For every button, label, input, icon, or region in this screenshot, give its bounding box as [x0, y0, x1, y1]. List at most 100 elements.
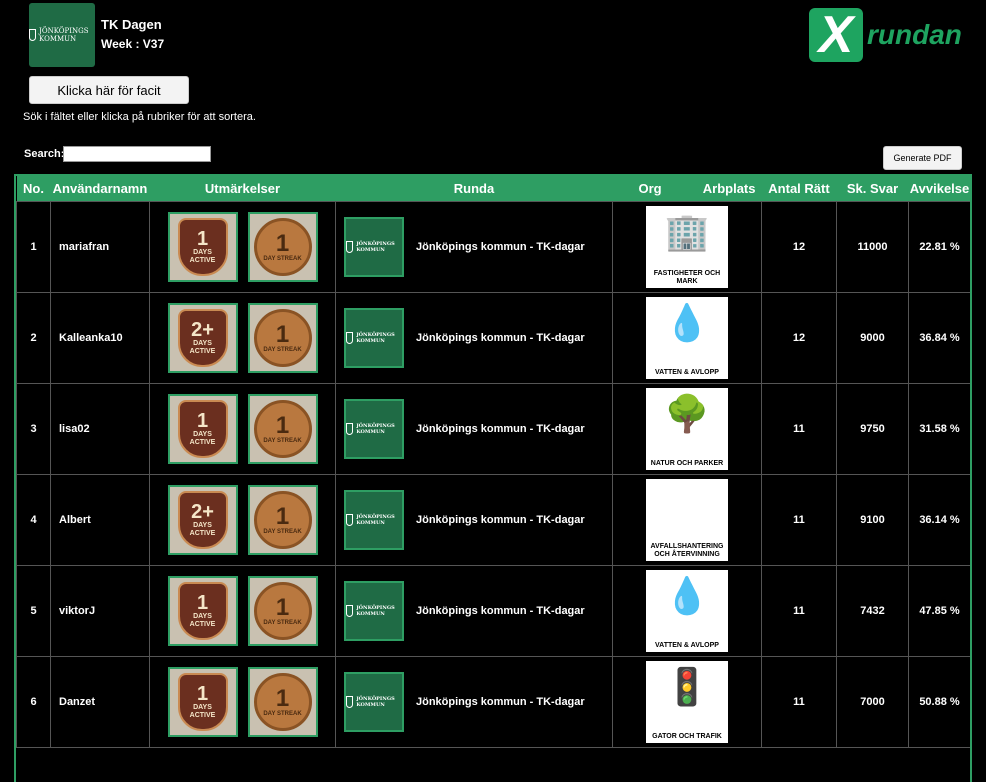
col-header-awards[interactable]: Utmärkelser: [149, 176, 336, 202]
col-header-org-arbplats[interactable]: Org Arbplats: [612, 176, 762, 202]
col-header-antal[interactable]: Antal Rätt: [761, 176, 837, 202]
row-arbplats: 🚦 GATOR OCH TRAFIK: [612, 656, 762, 748]
row-sk-svar: 7432: [836, 565, 909, 657]
days-active-badge: 1 DAYS ACTIVE: [167, 667, 238, 737]
arbplats-image: ♻ AVFALLSHANTERING OCH ÅTERVINNING: [646, 479, 728, 561]
xrundan-logo-text: rundan: [867, 19, 962, 50]
runda-name: Jönköpings kommun - TK-dagar: [416, 514, 585, 526]
runda-org-logo: JÖNKÖPINGS KOMMUN: [344, 217, 404, 277]
runda-org-logo: JÖNKÖPINGS KOMMUN: [344, 490, 404, 550]
arbplats-label: NATUR OCH PARKER: [650, 460, 724, 467]
row-number: 2: [16, 292, 51, 384]
arbplats-icon: 💧: [664, 575, 710, 616]
row-arbplats: 💧 VATTEN & AVLOPP: [612, 565, 762, 657]
row-username: mariafran: [50, 201, 150, 293]
table-row: 2 Kalleanka10 2+ DAYS ACTIVE 1 DAY STREA…: [16, 292, 970, 384]
table-header-row: No. Användarnamn Utmärkelser Runda Org A…: [16, 176, 970, 202]
row-avvikelse: 22.81 %: [908, 201, 970, 293]
row-awards: 1 DAYS ACTIVE 1 DAY STREAK: [149, 656, 336, 748]
row-avvikelse: 36.84 %: [908, 292, 970, 384]
facit-button[interactable]: Klicka här för facit: [29, 76, 189, 104]
row-runda: JÖNKÖPINGS KOMMUN Jönköpings kommun - TK…: [335, 201, 613, 293]
row-username: Albert: [50, 474, 150, 566]
shield-icon: 2+ DAYS ACTIVE: [177, 309, 228, 367]
shield-icon: 1 DAYS ACTIVE: [177, 582, 228, 640]
day-streak-badge: 1 DAY STREAK: [247, 212, 318, 282]
row-sk-svar: 11000: [836, 201, 909, 293]
row-antal-ratt: 12: [761, 201, 837, 293]
search-input[interactable]: [63, 146, 211, 162]
table-row: 5 viktorJ 1 DAYS ACTIVE 1 DAY STREAK JÖN…: [16, 565, 970, 657]
medal-icon: 1 DAY STREAK: [253, 218, 312, 276]
col-header-svar[interactable]: Sk. Svar: [836, 176, 909, 202]
arbplats-label: GATOR OCH TRAFIK: [652, 733, 722, 740]
row-antal-ratt: 12: [761, 292, 837, 384]
row-avvikelse: 47.85 %: [908, 565, 970, 657]
row-antal-ratt: 11: [761, 383, 837, 475]
col-header-arbplats[interactable]: Arbplats: [703, 181, 756, 196]
table-row: 1 mariafran 1 DAYS ACTIVE 1 DAY STREAK J…: [16, 201, 970, 293]
row-number: 5: [16, 565, 51, 657]
col-header-avvikelse[interactable]: Avvikelse: [908, 176, 970, 202]
col-header-runda[interactable]: Runda: [335, 176, 613, 202]
arbplats-icon: 🚦: [664, 666, 710, 707]
arbplats-image: 💧 VATTEN & AVLOPP: [646, 570, 728, 652]
leaderboard-table: No. Användarnamn Utmärkelser Runda Org A…: [14, 174, 972, 782]
row-arbplats: 🌳 NATUR OCH PARKER: [612, 383, 762, 475]
days-active-badge: 1 DAYS ACTIVE: [167, 394, 238, 464]
row-awards: 1 DAYS ACTIVE 1 DAY STREAK: [149, 565, 336, 657]
row-username: lisa02: [50, 383, 150, 475]
crest-icon: [346, 605, 354, 617]
medal-icon: 1 DAY STREAK: [253, 673, 312, 731]
row-runda: JÖNKÖPINGS KOMMUN Jönköpings kommun - TK…: [335, 565, 613, 657]
medal-icon: 1 DAY STREAK: [253, 309, 312, 367]
runda-name: Jönköpings kommun - TK-dagar: [416, 423, 585, 435]
shield-icon: 2+ DAYS ACTIVE: [177, 491, 228, 549]
kommun-logo-text: JÖNKÖPINGS KOMMUN: [39, 27, 89, 43]
medal-icon: 1 DAY STREAK: [253, 582, 312, 640]
col-header-no[interactable]: No.: [16, 176, 51, 202]
arbplats-label: VATTEN & AVLOPP: [655, 369, 719, 376]
row-username: Danzet: [50, 656, 150, 748]
row-sk-svar: 9100: [836, 474, 909, 566]
row-username: viktorJ: [50, 565, 150, 657]
runda-name: Jönköpings kommun - TK-dagar: [416, 241, 585, 253]
generate-pdf-button[interactable]: Generate PDF: [883, 146, 962, 170]
week-label: Week : V37: [101, 37, 165, 51]
sort-hint: Sök i fältet eller klicka på rubriker fö…: [23, 111, 256, 123]
days-active-badge: 2+ DAYS ACTIVE: [167, 485, 238, 555]
crest-icon: [346, 332, 354, 344]
row-number: 3: [16, 383, 51, 475]
row-avvikelse: 31.58 %: [908, 383, 970, 475]
arbplats-icon: 💧: [664, 302, 710, 343]
runda-org-logo: JÖNKÖPINGS KOMMUN: [344, 308, 404, 368]
row-awards: 1 DAYS ACTIVE 1 DAY STREAK: [149, 201, 336, 293]
row-awards: 1 DAYS ACTIVE 1 DAY STREAK: [149, 383, 336, 475]
runda-org-logo: JÖNKÖPINGS KOMMUN: [344, 399, 404, 459]
row-runda: JÖNKÖPINGS KOMMUN Jönköpings kommun - TK…: [335, 292, 613, 384]
table-row: 6 Danzet 1 DAYS ACTIVE 1 DAY STREAK JÖNK…: [16, 656, 970, 748]
days-active-badge: 2+ DAYS ACTIVE: [167, 303, 238, 373]
row-sk-svar: 9750: [836, 383, 909, 475]
arbplats-image: 💧 VATTEN & AVLOPP: [646, 297, 728, 379]
row-runda: JÖNKÖPINGS KOMMUN Jönköpings kommun - TK…: [335, 383, 613, 475]
crest-icon: [346, 696, 354, 708]
days-active-badge: 1 DAYS ACTIVE: [167, 576, 238, 646]
kommun-logo: JÖNKÖPINGS KOMMUN: [29, 3, 95, 67]
row-number: 4: [16, 474, 51, 566]
medal-icon: 1 DAY STREAK: [253, 400, 312, 458]
day-streak-badge: 1 DAY STREAK: [247, 485, 318, 555]
crest-icon: [29, 29, 37, 41]
arbplats-icon: 🌳: [664, 393, 710, 434]
search-label: Search:: [24, 148, 65, 160]
arbplats-label: AVFALLSHANTERING OCH ÅTERVINNING: [650, 543, 724, 558]
crest-icon: [346, 423, 354, 435]
page-title: TK Dagen: [101, 17, 162, 32]
crest-icon: [346, 241, 354, 253]
col-header-user[interactable]: Användarnamn: [50, 176, 150, 202]
runda-org-logo: JÖNKÖPINGS KOMMUN: [344, 581, 404, 641]
row-arbplats: 🏢 FASTIGHETER OCH MARK: [612, 201, 762, 293]
days-active-badge: 1 DAYS ACTIVE: [167, 212, 238, 282]
runda-name: Jönköpings kommun - TK-dagar: [416, 332, 585, 344]
col-header-org[interactable]: Org: [639, 181, 662, 196]
